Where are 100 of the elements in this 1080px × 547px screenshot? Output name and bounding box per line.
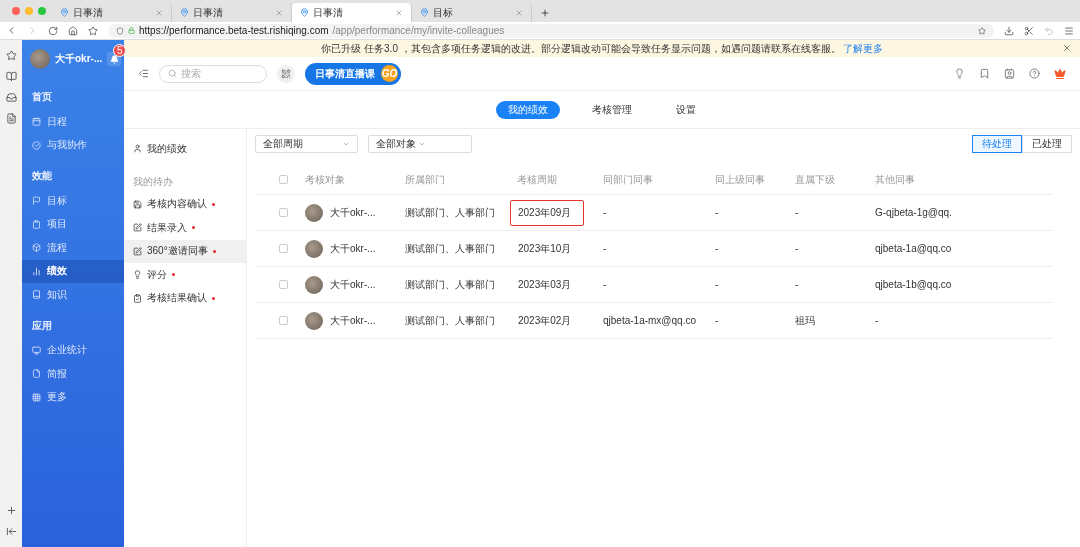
learn-more-link[interactable]: 了解更多	[842, 41, 883, 56]
sidebar-item[interactable]: 更多	[22, 385, 124, 409]
column-header: 考核周期	[517, 172, 558, 187]
table-cell-text: -	[715, 207, 720, 218]
close-icon[interactable]	[155, 8, 163, 17]
table-cell-text: 2023年03月	[517, 277, 573, 292]
qr-code-icon[interactable]	[277, 64, 295, 83]
avatar	[305, 275, 323, 294]
sidebar-item[interactable]: 流程	[22, 236, 124, 260]
sidebar-icon	[32, 219, 41, 229]
pin-icon	[420, 8, 429, 17]
close-icon[interactable]	[395, 8, 403, 17]
sidebar-icon	[32, 243, 41, 253]
column-header: 同部门同事	[603, 172, 654, 187]
bookmark-icon[interactable]	[979, 68, 990, 79]
tab[interactable]: 我的绩效	[496, 100, 560, 119]
undo-icon[interactable]	[1044, 25, 1054, 36]
sidebar-item[interactable]: 目标	[22, 189, 124, 213]
sidebar-item[interactable]: 知识	[22, 283, 124, 307]
sidebar-item[interactable]: 简报	[22, 362, 124, 386]
checkbox[interactable]	[279, 175, 288, 184]
home-icon[interactable]	[68, 25, 78, 36]
menu-item[interactable]: 考核内容确认	[124, 192, 246, 216]
lock-icon	[128, 27, 135, 34]
checkbox[interactable]	[279, 316, 288, 325]
menu-item[interactable]: 我的绩效	[124, 137, 246, 161]
section-heading: 我的待办	[132, 174, 174, 189]
table-cell-text: -	[795, 279, 800, 290]
filter-select[interactable]: 全部周期	[255, 135, 358, 153]
table-cell-text: -	[875, 315, 880, 326]
chevron-down-icon	[418, 140, 426, 148]
shield-icon	[116, 26, 124, 35]
avatar	[305, 203, 323, 222]
bookmark-star-icon[interactable]	[978, 26, 986, 35]
checkbox[interactable]	[279, 208, 288, 217]
close-window-button[interactable]	[12, 7, 20, 15]
star-icon[interactable]	[5, 50, 17, 61]
table-cell: 大千okr-...	[330, 313, 376, 328]
scissors-icon[interactable]	[1024, 25, 1034, 36]
crown-icon[interactable]	[1054, 67, 1066, 80]
sidebar-item[interactable]: 绩效	[22, 259, 124, 283]
table-cell-text: 祖玛	[795, 313, 816, 328]
lightbulb-icon[interactable]	[954, 68, 965, 79]
help-icon[interactable]	[1029, 68, 1040, 79]
menu-item[interactable]: 评分	[124, 263, 246, 287]
sidebar-item[interactable]: 项目	[22, 212, 124, 236]
inbox-icon[interactable]	[5, 92, 17, 103]
contact-icon[interactable]	[1004, 68, 1015, 79]
close-icon[interactable]	[275, 8, 283, 17]
checkbox[interactable]	[279, 280, 288, 289]
avatar	[305, 311, 323, 330]
menu-item[interactable]: 360°邀请同事	[124, 239, 246, 263]
pin-icon	[180, 8, 189, 17]
live-course-button[interactable]: 日事清直播课 GO	[305, 62, 401, 85]
sidebar-item[interactable]: 日程	[22, 110, 124, 134]
section-heading: 效能	[31, 169, 53, 183]
avatar	[305, 239, 323, 258]
menu-item[interactable]: 考核结果确认	[124, 286, 246, 310]
table-cell-text: 测试部门、人事部门	[405, 205, 496, 220]
table-cell-text: -	[603, 279, 608, 290]
notice-text: 你已升级 任务3.0 ，其包含多项任务逻辑的改进。部分逻辑改动可能会导致任务显示问题，如遇问题请联系在线客服。	[321, 41, 841, 56]
table-cell-text: 测试部门、人事部门	[405, 277, 496, 292]
menu-item[interactable]: 结果录入	[124, 216, 246, 240]
pin-icon	[60, 8, 69, 17]
tab[interactable]: 考核管理	[580, 100, 644, 119]
download-icon[interactable]	[1004, 25, 1014, 36]
segment-button[interactable]: 已处理	[1022, 135, 1072, 153]
chevron-down-icon	[342, 140, 350, 148]
new-tab-icon[interactable]	[540, 8, 550, 18]
close-icon[interactable]	[515, 8, 523, 17]
sidebar-icon	[32, 345, 41, 355]
pin-icon	[300, 8, 309, 17]
table-cell-text: -	[715, 243, 720, 254]
table-cell: 大千okr-...	[330, 205, 376, 220]
checkbox[interactable]	[279, 244, 288, 253]
table-cell-text: 测试部门、人事部门	[405, 313, 496, 328]
address-field[interactable]: https://performance.beta-test.rishiqing.com /app/performance/my/invite-colleagues	[108, 23, 994, 38]
browser-tab[interactable]: 日事清	[292, 3, 412, 22]
star-icon[interactable]	[88, 25, 98, 36]
sidebar-item[interactable]: 与我协作	[22, 133, 124, 157]
collapse-icon[interactable]	[5, 526, 17, 537]
table-cell-text: -	[715, 279, 720, 290]
sidebar-item[interactable]: 企业统计	[22, 338, 124, 362]
tab[interactable]: 设置	[664, 100, 708, 119]
add-icon[interactable]	[5, 505, 17, 516]
segment-button[interactable]: 待处理	[972, 135, 1022, 153]
bell-button[interactable]	[107, 52, 122, 66]
table-cell-text: -	[715, 315, 720, 326]
close-icon[interactable]	[1062, 43, 1072, 53]
document-icon[interactable]	[5, 113, 17, 124]
zoom-window-button[interactable]	[38, 7, 46, 15]
table-cell-text: qjbeta-1b@qq.co	[875, 279, 953, 290]
sidebar-icon	[32, 392, 41, 402]
menu-toggle-icon[interactable]	[138, 68, 149, 79]
table-cell-text: 2023年02月	[517, 313, 573, 328]
reload-icon[interactable]	[48, 25, 58, 36]
filter-select[interactable]: 全部对象	[368, 135, 472, 153]
table-cell-text: -	[603, 243, 608, 254]
book-icon[interactable]	[5, 71, 17, 82]
table-cell-text: 2023年10月	[517, 241, 573, 256]
